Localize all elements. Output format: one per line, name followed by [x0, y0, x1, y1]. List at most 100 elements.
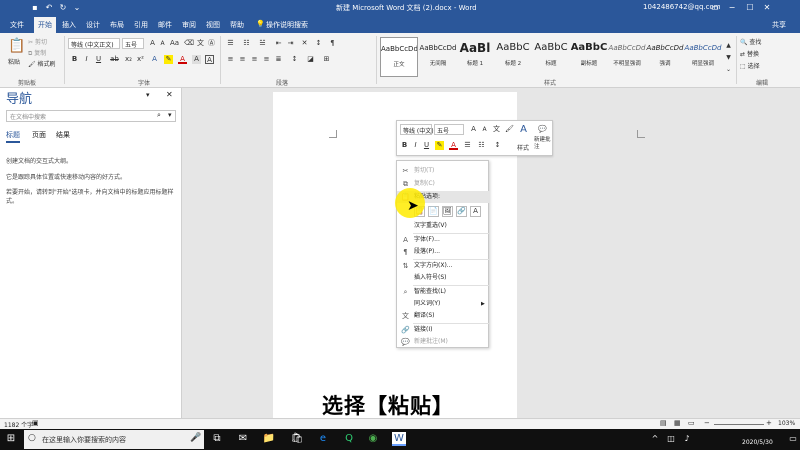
nav-search-input[interactable]: 在文档中搜索: [10, 112, 46, 121]
mail-app-icon[interactable]: ✉: [236, 432, 250, 446]
paste-merge-format-icon[interactable]: 📄: [428, 206, 439, 217]
start-button-icon[interactable]: ⊞: [4, 432, 18, 446]
mini-phonetic-icon[interactable]: 文: [492, 125, 501, 134]
microphone-icon[interactable]: 🎤: [190, 433, 201, 443]
chrome-icon[interactable]: ◉: [366, 432, 380, 446]
align-left-icon[interactable]: ≡: [226, 55, 235, 64]
mini-numbering-icon[interactable]: ☷: [477, 141, 486, 150]
taskbar-search-input[interactable]: 在这里输入你要搜索的内容: [42, 435, 126, 445]
ribbon-display-icon[interactable]: ▭: [710, 3, 720, 13]
quick-access-dropdown-icon[interactable]: ⌄: [72, 3, 82, 13]
font-name-select[interactable]: 等线 (中文正文): [68, 38, 120, 49]
tab-references[interactable]: 引用: [130, 19, 152, 31]
mini-font-color-icon[interactable]: A: [449, 141, 458, 150]
tab-view[interactable]: 视图: [202, 19, 224, 31]
share-button[interactable]: 共享: [768, 19, 790, 31]
menu-item-cut[interactable]: ✂ 剪切(T): [397, 165, 490, 177]
style-title[interactable]: AaBbC 标题: [532, 37, 570, 77]
save-icon[interactable]: ▪: [30, 3, 40, 13]
search-dropdown-icon[interactable]: ▾: [168, 111, 172, 119]
replace-button[interactable]: ⇄ 替换: [740, 49, 759, 58]
styles-more-icon[interactable]: ⌄: [724, 65, 733, 74]
shrink-font-icon[interactable]: A: [158, 39, 167, 48]
print-layout-icon[interactable]: ▦: [674, 419, 681, 427]
tray-volume-icon[interactable]: ♪: [680, 432, 694, 446]
tab-help[interactable]: 帮助: [226, 19, 248, 31]
mini-font-select[interactable]: 等线 (中文): [400, 124, 434, 135]
search-icon[interactable]: ⌕: [157, 111, 161, 120]
undo-icon[interactable]: ↶: [44, 3, 54, 13]
zoom-level[interactable]: 103%: [778, 420, 795, 427]
align-center-icon[interactable]: ≡: [238, 55, 247, 64]
select-button[interactable]: ⬚ 选择: [740, 61, 760, 70]
bullets-icon[interactable]: ☰: [226, 39, 235, 48]
distributed-icon[interactable]: ≣: [274, 55, 283, 64]
account-email[interactable]: 1042486742@qq.com: [643, 3, 721, 11]
paste-button[interactable]: 粘贴: [8, 57, 20, 66]
mini-line-spacing-icon[interactable]: ↕: [493, 141, 502, 150]
notification-icon[interactable]: ▭: [786, 432, 800, 446]
nav-close-icon[interactable]: ✕: [166, 90, 173, 99]
styles-scroll-down-icon[interactable]: ▼: [724, 53, 733, 62]
increase-indent-icon[interactable]: ⇥: [286, 39, 295, 48]
tab-home[interactable]: 开始: [34, 17, 56, 33]
font-color-icon[interactable]: A: [178, 55, 187, 64]
menu-item-synonyms[interactable]: 同义词(Y) ▶: [397, 298, 490, 310]
browser-q-icon[interactable]: Q: [342, 432, 356, 446]
justify-icon[interactable]: ≡: [262, 55, 271, 64]
tab-layout[interactable]: 布局: [106, 19, 128, 31]
word-app-icon[interactable]: W: [392, 432, 406, 446]
mini-grow-font-icon[interactable]: A: [469, 125, 478, 134]
menu-item-paragraph[interactable]: ¶ 段落(P)...: [397, 246, 490, 258]
underline-icon[interactable]: U: [94, 55, 103, 64]
find-button[interactable]: 🔍 查找: [740, 37, 761, 46]
multilevel-list-icon[interactable]: ☱: [258, 39, 267, 48]
file-explorer-icon[interactable]: 📁: [262, 432, 276, 446]
tab-file[interactable]: 文件: [6, 19, 28, 31]
mini-italic-icon[interactable]: I: [411, 141, 420, 150]
char-shading-icon[interactable]: A: [192, 55, 201, 64]
paste-picture-icon[interactable]: 🖼: [442, 206, 453, 217]
tell-me-search[interactable]: 操作说明搜索: [262, 19, 312, 31]
style-no-spacing[interactable]: AaBbCcDd 无间隔: [419, 37, 457, 77]
paste-icon[interactable]: 📋: [8, 38, 25, 54]
shading-icon[interactable]: ◪: [306, 55, 315, 64]
maximize-icon[interactable]: ☐: [745, 3, 755, 13]
menu-item-link[interactable]: 🔗 链接(I): [397, 324, 490, 336]
zoom-slider[interactable]: [714, 424, 764, 425]
nav-options-icon[interactable]: ▾: [146, 91, 150, 99]
close-icon[interactable]: ✕: [762, 3, 772, 13]
mini-styles-button[interactable]: 样式: [517, 143, 529, 152]
paste-link-icon[interactable]: 🔗: [456, 206, 467, 217]
tray-network-icon[interactable]: ◫: [664, 432, 678, 446]
align-right-icon[interactable]: ≡: [250, 55, 259, 64]
show-marks-icon[interactable]: ¶: [328, 39, 337, 48]
mini-comment-icon[interactable]: 💬: [538, 125, 547, 134]
menu-item-translate[interactable]: 文翻译(S): [397, 310, 490, 322]
menu-item-hanzi-reselect[interactable]: 汉字重选(V): [397, 220, 490, 232]
redo-icon[interactable]: ↻: [58, 3, 68, 13]
nav-tab-results[interactable]: 结果: [56, 130, 70, 140]
superscript-icon[interactable]: x²: [136, 55, 145, 64]
read-mode-icon[interactable]: ▤: [660, 419, 667, 427]
text-effects-icon[interactable]: A: [150, 55, 159, 64]
mini-bold-icon[interactable]: B: [400, 141, 409, 150]
line-spacing-icon[interactable]: ↕: [290, 55, 299, 64]
menu-item-font[interactable]: A 字体(F)...: [397, 234, 490, 246]
style-heading-1[interactable]: AaBl 标题 1: [456, 37, 494, 77]
style-emphasis[interactable]: AaBbCcDd 强调: [646, 37, 684, 77]
grow-font-icon[interactable]: A: [148, 39, 157, 48]
mini-bullets-icon[interactable]: ☰: [463, 141, 472, 150]
font-size-select[interactable]: 五号: [122, 38, 144, 49]
style-subtitle[interactable]: AaBbC 副标题: [570, 37, 608, 77]
task-view-icon[interactable]: ⧉: [210, 432, 224, 446]
mini-underline-icon[interactable]: U: [422, 141, 431, 150]
chinese-layout-icon[interactable]: ✕: [300, 39, 309, 48]
nav-search-box[interactable]: 在文档中搜索 ⌕ ▾: [6, 110, 176, 122]
minimize-icon[interactable]: −: [727, 3, 737, 13]
zoom-in-icon[interactable]: +: [766, 419, 772, 427]
mini-format-painter-icon[interactable]: 🖌: [505, 125, 514, 134]
clear-format-icon[interactable]: ⌫: [184, 39, 194, 48]
char-border-icon[interactable]: A: [205, 55, 214, 64]
nav-tab-headings[interactable]: 标题: [6, 130, 20, 143]
